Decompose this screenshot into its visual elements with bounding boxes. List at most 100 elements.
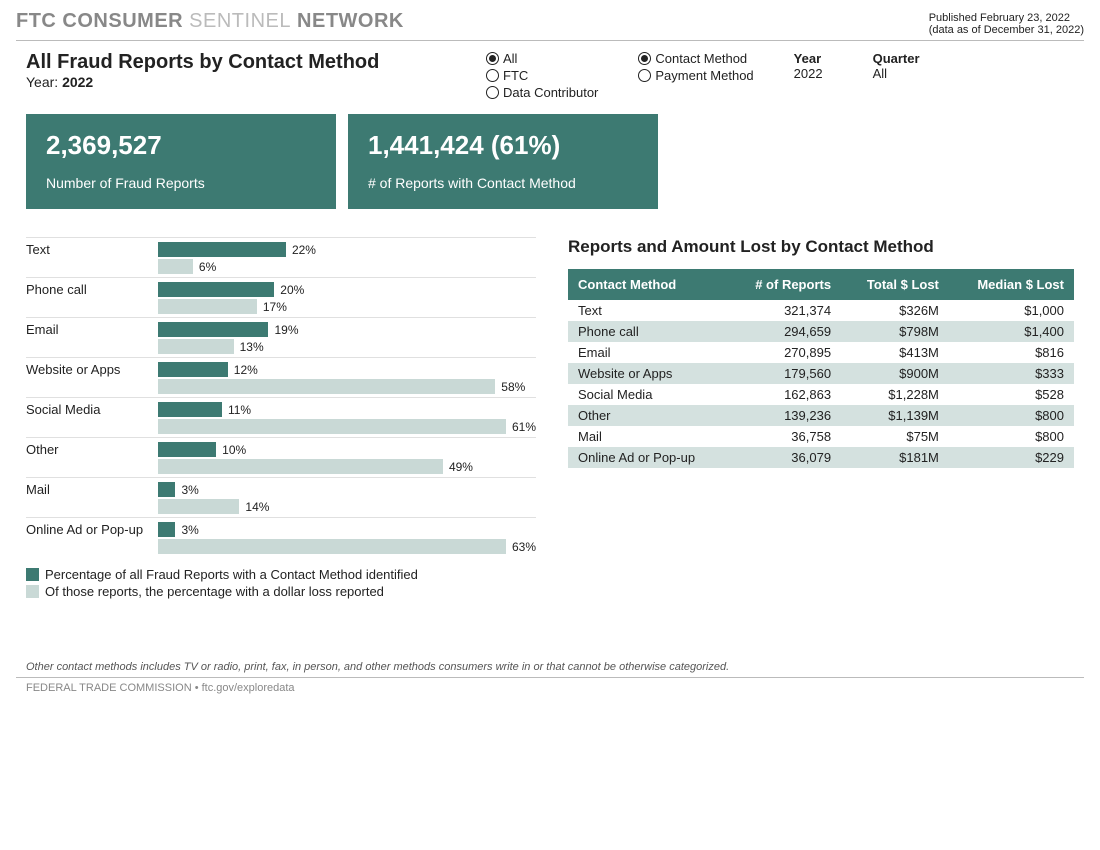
bar-category-label: Other	[26, 440, 158, 457]
bar-wrap: 10%	[158, 442, 536, 457]
filter-info: Year2022	[794, 51, 823, 81]
table-cell: $798M	[841, 321, 949, 342]
bar-pct-loss	[158, 339, 234, 354]
bar-value-label: 19%	[274, 323, 298, 337]
year-line: Year: 2022	[26, 74, 446, 90]
table-cell: $1,400	[949, 321, 1074, 342]
bar-pct-reports	[158, 442, 216, 457]
table-cell: Phone call	[568, 321, 729, 342]
bar-value-label: 49%	[449, 460, 473, 474]
bar-value-label: 17%	[263, 300, 287, 314]
table-cell: Other	[568, 405, 729, 426]
table-title: Reports and Amount Lost by Contact Metho…	[568, 237, 1074, 257]
table-cell: $413M	[841, 342, 949, 363]
table-cell: $800	[949, 426, 1074, 447]
radio-icon	[638, 52, 651, 65]
bar-value-label: 22%	[292, 243, 316, 257]
filter-source-option[interactable]: FTC	[486, 68, 598, 83]
table-cell: 321,374	[729, 300, 841, 321]
filter-source-label: FTC	[503, 68, 528, 83]
table-cell: $800	[949, 405, 1074, 426]
legend-swatch-dark	[26, 568, 39, 581]
bar-pct-loss	[158, 459, 443, 474]
table-cell: $333	[949, 363, 1074, 384]
footer: FEDERAL TRADE COMMISSION • ftc.gov/explo…	[16, 678, 1084, 694]
bar-row: Website or Apps12%58%	[26, 357, 536, 397]
radio-icon	[486, 52, 499, 65]
bar-pair: 11%61%	[158, 400, 536, 434]
bar-value-label: 63%	[512, 540, 536, 554]
brand-part3: NETWORK	[297, 10, 404, 32]
table-cell: $1,139M	[841, 405, 949, 426]
table-cell: $75M	[841, 426, 949, 447]
filter-method-option[interactable]: Payment Method	[638, 68, 753, 83]
brand-title: FTC CONSUMER SENTINEL NETWORK	[16, 10, 404, 33]
table-row: Online Ad or Pop-up36,079$181M$229	[568, 447, 1074, 468]
bar-pct-reports	[158, 362, 228, 377]
table-cell: 139,236	[729, 405, 841, 426]
table-cell: $528	[949, 384, 1074, 405]
legend-swatch-light	[26, 585, 39, 598]
table-cell: 270,895	[729, 342, 841, 363]
table-cell: 36,758	[729, 426, 841, 447]
stat-cards: 2,369,527 Number of Fraud Reports 1,441,…	[16, 114, 1084, 209]
filter-source-option[interactable]: Data Contributor	[486, 85, 598, 100]
bar-value-label: 6%	[199, 260, 216, 274]
legend-row-light: Of those reports, the percentage with a …	[26, 584, 536, 599]
bar-pair: 20%17%	[158, 280, 536, 314]
bar-pct-reports	[158, 482, 175, 497]
top-header: FTC CONSUMER SENTINEL NETWORK Published …	[16, 10, 1084, 41]
table-cell: 294,659	[729, 321, 841, 342]
published-block: Published February 23, 2022 (data as of …	[929, 10, 1084, 36]
bar-value-label: 12%	[234, 363, 258, 377]
page-title: All Fraud Reports by Contact Method	[26, 51, 446, 74]
filter-method-option[interactable]: Contact Method	[638, 51, 753, 66]
bar-row: Phone call20%17%	[26, 277, 536, 317]
bar-pair: 3%63%	[158, 520, 536, 554]
brand-part1: FTC CONSUMER	[16, 10, 183, 32]
table-cell: $816	[949, 342, 1074, 363]
stat-total-reports-value: 2,369,527	[46, 130, 316, 161]
bar-pct-reports	[158, 402, 222, 417]
bar-pct-reports	[158, 242, 286, 257]
filter-source-option[interactable]: All	[486, 51, 598, 66]
bar-pair: 3%14%	[158, 480, 536, 514]
bar-pct-reports	[158, 282, 274, 297]
bar-value-label: 58%	[501, 380, 525, 394]
brand-part2: SENTINEL	[189, 10, 291, 32]
table-cell: $1,228M	[841, 384, 949, 405]
bar-category-label: Phone call	[26, 280, 158, 297]
published-date: Published February 23, 2022	[929, 12, 1084, 24]
bar-value-label: 20%	[280, 283, 304, 297]
bar-wrap: 14%	[158, 499, 536, 514]
bar-pair: 10% 49%	[158, 440, 536, 474]
table-row: Website or Apps179,560$900M$333	[568, 363, 1074, 384]
table-cell: Website or Apps	[568, 363, 729, 384]
bar-row: Other 10% 49%	[26, 437, 536, 477]
bar-pct-loss	[158, 419, 506, 434]
bar-row: Social Media11%61%	[26, 397, 536, 437]
filter-info-group: Year2022 QuarterAll	[794, 51, 920, 81]
stat-with-contact-label: # of Reports with Contact Method	[368, 175, 638, 191]
table-header: Total $ Lost	[841, 269, 949, 300]
bar-wrap: 3%	[158, 482, 536, 497]
bar-wrap: 58%	[158, 379, 536, 394]
filter-source-label: All	[503, 51, 517, 66]
table-cell: Social Media	[568, 384, 729, 405]
table-row: Other139,236$1,139M$800	[568, 405, 1074, 426]
reports-table: Contact Method# of ReportsTotal $ LostMe…	[568, 269, 1074, 468]
bar-value-label: 13%	[240, 340, 264, 354]
bar-wrap: 17%	[158, 299, 536, 314]
filter-info: QuarterAll	[873, 51, 920, 81]
bar-value-label: 61%	[512, 420, 536, 434]
filter-method-group: Contact Method Payment Method	[638, 51, 753, 83]
chart-legend: Percentage of all Fraud Reports with a C…	[26, 567, 536, 599]
table-row: Mail36,758$75M$800	[568, 426, 1074, 447]
bar-value-label: 10%	[222, 443, 246, 457]
bar-wrap: 49%	[158, 459, 536, 474]
filter-info-label: Year	[794, 51, 823, 66]
stat-card-total-reports: 2,369,527 Number of Fraud Reports	[26, 114, 336, 209]
table-cell: Online Ad or Pop-up	[568, 447, 729, 468]
bar-wrap: 61%	[158, 419, 536, 434]
bar-wrap: 6%	[158, 259, 536, 274]
